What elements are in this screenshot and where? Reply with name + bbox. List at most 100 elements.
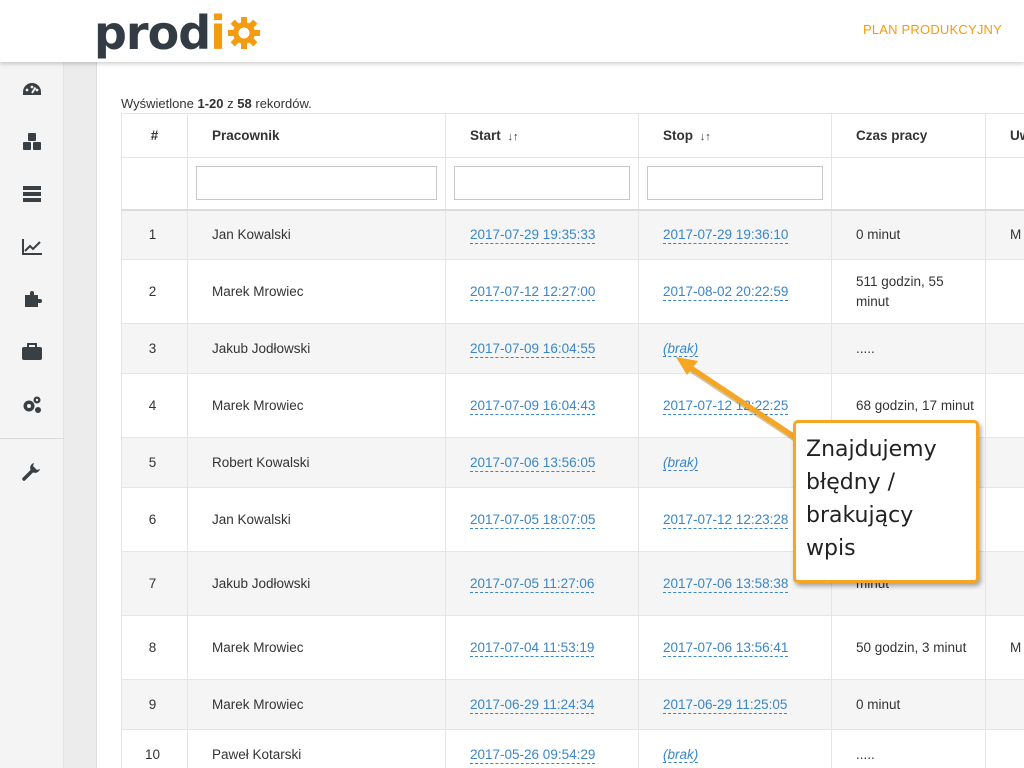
stop-cell: 2017-06-29 11:25:05 bbox=[638, 679, 832, 730]
column-header-duration: Czas pracy bbox=[831, 113, 986, 158]
top-header: prodi PLAN PRODUKCYJNY bbox=[0, 0, 1024, 62]
stop-datetime-link[interactable]: 2017-07-29 19:36:10 bbox=[663, 227, 789, 245]
table-row: 3 Jakub Jodłowski 2017-07-09 16:04:55 (brak… bbox=[121, 323, 1024, 374]
work-duration: 50 godzin, 3 minut bbox=[831, 615, 986, 680]
table-row: 8 Marek Mrowiec 2017-07-04 11:53:19 2017-07… bbox=[121, 615, 1024, 680]
stop-datetime-link[interactable]: 2017-07-06 13:56:41 bbox=[663, 640, 789, 657]
start-datetime-link[interactable]: 2017-05-26 09:54:29 bbox=[470, 747, 596, 764]
start-cell: 2017-05-26 09:54:29 bbox=[445, 729, 639, 768]
extra-cell bbox=[985, 487, 1024, 552]
extra-cell bbox=[985, 323, 1024, 374]
filter-cell-worker bbox=[187, 157, 446, 211]
gear-logo-icon bbox=[227, 17, 260, 49]
start-cell: 2017-07-12 12:27:00 bbox=[445, 259, 639, 324]
start-datetime-link[interactable]: 2017-07-09 16:04:55 bbox=[470, 341, 596, 358]
wrench-icon[interactable] bbox=[20, 459, 44, 483]
row-number: 6 bbox=[121, 487, 188, 552]
column-header-start[interactable]: Start ↓↑ bbox=[445, 113, 639, 158]
annotation-text: Znajdujemy błędny / brakujący wpis bbox=[806, 437, 937, 561]
missing-stop-link[interactable]: (brak) bbox=[663, 341, 699, 357]
start-datetime-link[interactable]: 2017-07-12 12:27:00 bbox=[470, 284, 596, 301]
start-cell: 2017-06-29 11:24:34 bbox=[445, 679, 639, 730]
start-datetime-link[interactable]: 2017-07-09 16:04:43 bbox=[470, 398, 596, 415]
start-datetime-link[interactable]: 2017-07-29 19:35:33 bbox=[470, 227, 596, 245]
start-datetime-link[interactable]: 2017-07-06 13:56:05 bbox=[470, 455, 596, 472]
start-cell: 2017-07-06 13:56:05 bbox=[445, 437, 639, 488]
column-header-stop[interactable]: Stop ↓↑ bbox=[638, 113, 832, 158]
sidebar bbox=[0, 62, 64, 768]
logo-wordmark: prodi bbox=[94, 6, 226, 60]
sort-icon[interactable]: ↓↑ bbox=[700, 131, 711, 143]
row-number: 3 bbox=[121, 323, 188, 374]
worker-filter-input[interactable] bbox=[196, 166, 437, 201]
start-cell: 2017-07-09 16:04:55 bbox=[445, 323, 639, 374]
worker-name: Marek Mrowiec bbox=[187, 259, 446, 324]
extra-cell bbox=[985, 373, 1024, 438]
stop-datetime-link[interactable]: 2017-06-29 11:25:05 bbox=[663, 697, 788, 714]
table-row: 1 Jan Kowalski 2017-07-29 19:35:33 2017-07-… bbox=[121, 209, 1024, 260]
row-number: 2 bbox=[121, 259, 188, 324]
table-row: 10 Paweł Kotarski 2017-05-26 09:54:29 (brak… bbox=[121, 729, 1024, 768]
stop-datetime-link[interactable]: 2017-07-12 12:23:28 bbox=[663, 512, 789, 529]
extra-cell bbox=[985, 259, 1024, 324]
worker-name: Jan Kowalski bbox=[187, 209, 446, 260]
missing-stop-link[interactable]: (brak) bbox=[663, 747, 699, 763]
gears-icon[interactable] bbox=[20, 393, 44, 417]
worker-name: Jakub Jodłowski bbox=[187, 323, 446, 374]
extra-cell bbox=[985, 551, 1024, 616]
column-header-extra: Uw bbox=[985, 113, 1024, 158]
start-filter-input[interactable] bbox=[454, 166, 630, 201]
start-cell: 2017-07-05 18:07:05 bbox=[445, 487, 639, 552]
stop-cell: (brak) bbox=[638, 729, 832, 768]
start-datetime-link[interactable]: 2017-06-29 11:24:34 bbox=[470, 697, 595, 714]
stop-cell: 2017-07-06 13:56:41 bbox=[638, 615, 832, 680]
column-header-number: # bbox=[121, 113, 188, 158]
missing-stop-link[interactable]: (brak) bbox=[663, 455, 699, 471]
table-row: 2 Marek Mrowiec 2017-07-12 12:27:00 2017-08… bbox=[121, 259, 1024, 324]
start-cell: 2017-07-05 11:27:06 bbox=[445, 551, 639, 616]
row-number: 4 bbox=[121, 373, 188, 438]
worker-name: Jakub Jodłowski bbox=[187, 551, 446, 616]
worker-name: Marek Mrowiec bbox=[187, 615, 446, 680]
start-datetime-link[interactable]: 2017-07-04 11:53:19 bbox=[470, 640, 595, 657]
row-number: 9 bbox=[121, 679, 188, 730]
worker-name: Marek Mrowiec bbox=[187, 679, 446, 730]
work-duration: 511 godzin, 55 minut bbox=[831, 259, 986, 324]
chart-icon[interactable] bbox=[20, 235, 44, 259]
start-cell: 2017-07-04 11:53:19 bbox=[445, 615, 639, 680]
content-gutter bbox=[64, 62, 96, 768]
plan-produkcyjny-link[interactable]: PLAN PRODUKCYJNY bbox=[863, 22, 1002, 37]
list-icon[interactable] bbox=[20, 182, 44, 206]
start-datetime-link[interactable]: 2017-07-05 18:07:05 bbox=[470, 512, 596, 529]
row-number: 10 bbox=[121, 729, 188, 768]
stop-datetime-link[interactable]: 2017-07-12 12:22:25 bbox=[663, 398, 789, 415]
briefcase-icon[interactable] bbox=[20, 340, 44, 364]
table-header-row: # Pracownik Start ↓↑ Stop ↓↑ Czas pracy … bbox=[121, 113, 1024, 158]
start-cell: 2017-07-29 19:35:33 bbox=[445, 209, 639, 260]
extra-cell: M bbox=[985, 615, 1024, 680]
filter-cell-empty bbox=[985, 157, 1024, 211]
stop-datetime-link[interactable]: 2017-08-02 20:22:59 bbox=[663, 284, 789, 301]
worker-name: Marek Mrowiec bbox=[187, 373, 446, 438]
filter-cell-stop bbox=[638, 157, 832, 211]
start-datetime-link[interactable]: 2017-07-05 11:27:06 bbox=[470, 576, 595, 593]
row-number: 5 bbox=[121, 437, 188, 488]
work-duration: 0 minut bbox=[831, 209, 986, 260]
extra-cell bbox=[985, 437, 1024, 488]
filter-cell-start bbox=[445, 157, 639, 211]
work-duration: 0 minut bbox=[831, 679, 986, 730]
puzzle-icon[interactable] bbox=[20, 287, 44, 311]
sort-icon[interactable]: ↓↑ bbox=[508, 131, 519, 143]
cubes-icon[interactable] bbox=[20, 130, 44, 154]
worker-name: Paweł Kotarski bbox=[187, 729, 446, 768]
main-content: Wyświetlone 1-20 z 58 rekordów. # Pracow… bbox=[97, 62, 1024, 768]
dashboard-icon[interactable] bbox=[20, 78, 44, 102]
annotation-callout: Znajdujemy błędny / brakujący wpis bbox=[793, 420, 979, 583]
extra-cell bbox=[985, 729, 1024, 768]
stop-filter-input[interactable] bbox=[647, 166, 823, 201]
prodio-logo[interactable]: prodi bbox=[94, 8, 261, 58]
stop-datetime-link[interactable]: 2017-07-06 13:58:38 bbox=[663, 576, 789, 593]
extra-cell: M bbox=[985, 209, 1024, 260]
row-number: 1 bbox=[121, 209, 188, 260]
start-cell: 2017-07-09 16:04:43 bbox=[445, 373, 639, 438]
